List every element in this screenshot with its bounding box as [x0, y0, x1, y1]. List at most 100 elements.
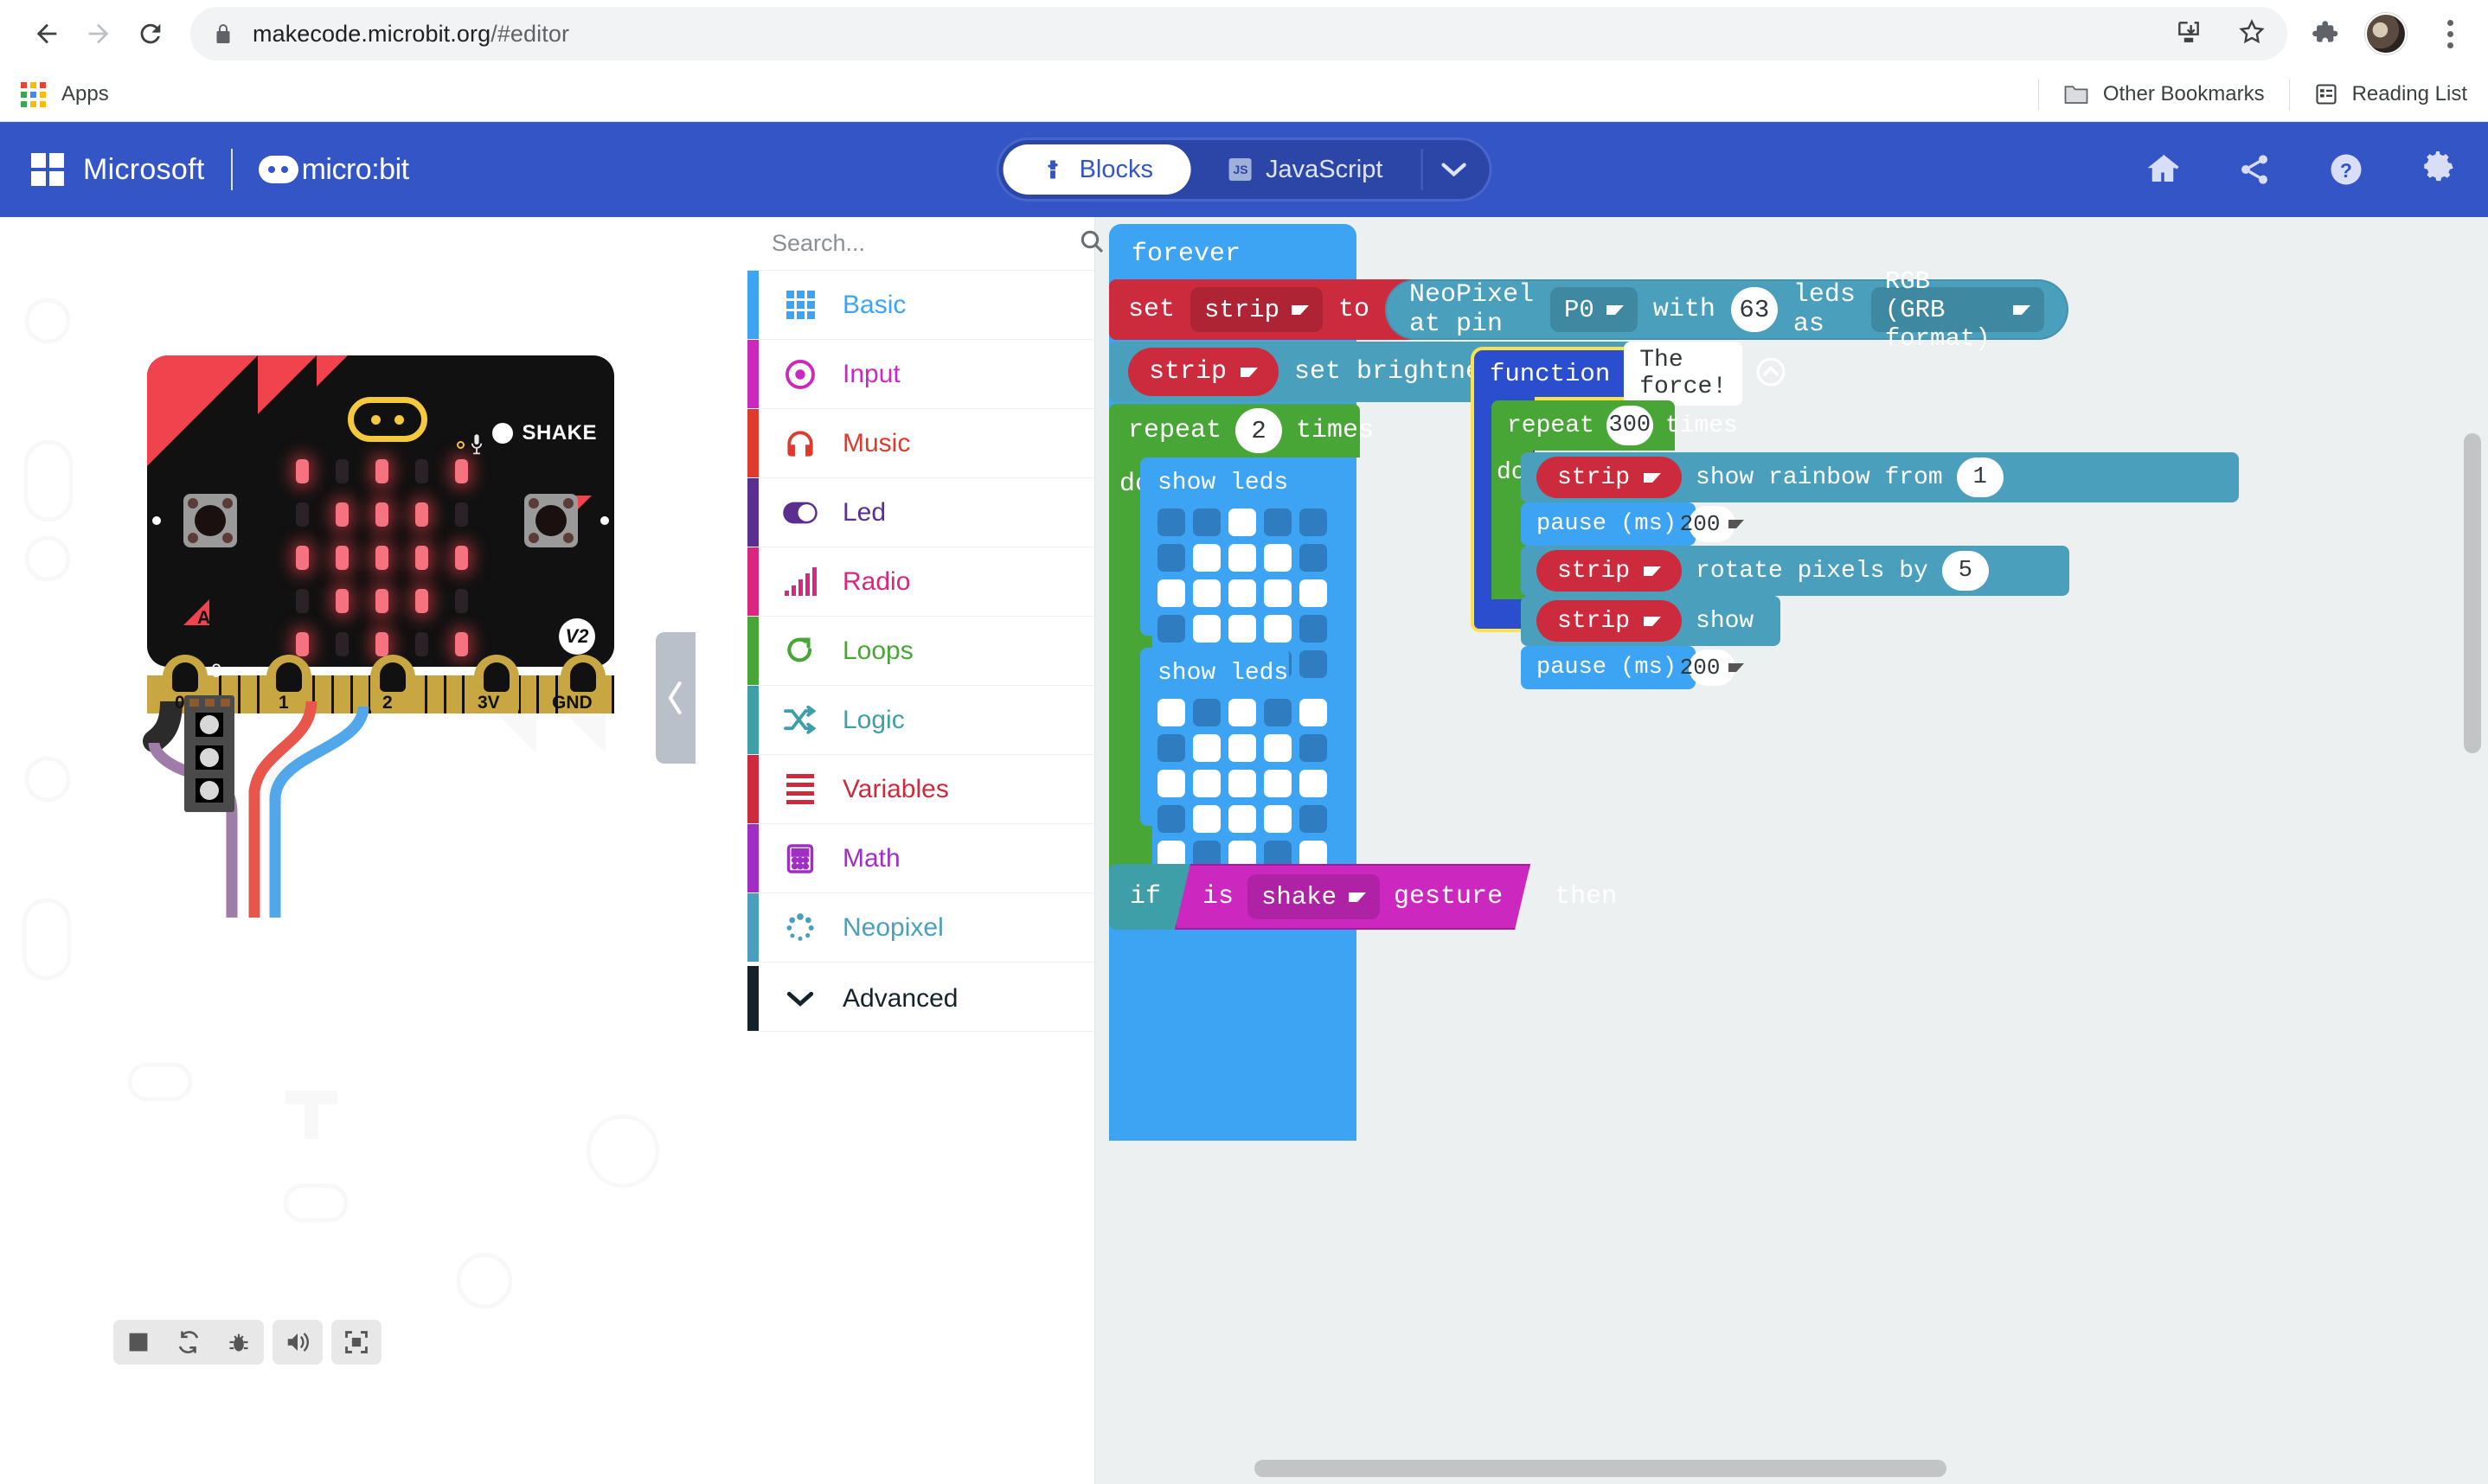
led-pattern-cell[interactable]: [1299, 650, 1327, 678]
stop-square-icon[interactable]: [113, 1320, 164, 1365]
block-strip-show[interactable]: strip show: [1521, 596, 1780, 646]
fullscreen-icon[interactable]: [331, 1320, 382, 1365]
format-dropdown[interactable]: RGB (GRB format): [1870, 267, 2044, 353]
function-name-field[interactable]: The force!: [1624, 342, 1743, 406]
block-pause-2[interactable]: pause (ms) 200: [1521, 646, 1745, 689]
reload-icon[interactable]: [125, 8, 176, 60]
microbit-simulator[interactable]: SHAKE B A V2 0: [147, 355, 614, 714]
led-pattern-cell[interactable]: [1228, 509, 1256, 536]
toolbox-category-led[interactable]: Led: [747, 478, 1094, 547]
block-function-header[interactable]: function The force!: [1471, 342, 1786, 406]
led-pattern-cell[interactable]: [1157, 699, 1185, 726]
search-input[interactable]: [772, 230, 1078, 257]
led-pattern-cell[interactable]: [1264, 615, 1292, 643]
led-pattern-cell[interactable]: [1264, 544, 1292, 572]
variable-dropdown[interactable]: strip: [1190, 287, 1324, 332]
home-icon[interactable]: [2144, 150, 2182, 189]
search-icon[interactable]: [1078, 227, 1106, 259]
led-pattern-cell[interactable]: [1157, 544, 1185, 572]
toolbox-search[interactable]: [747, 217, 1104, 271]
pause-dropdown[interactable]: 200: [1680, 506, 1745, 542]
toolbox-category-music[interactable]: Music: [747, 409, 1094, 478]
led-pattern-cell[interactable]: [1193, 509, 1221, 536]
block-show-leds-1[interactable]: show leds: [1140, 457, 1327, 678]
block-forever[interactable]: forever: [1109, 224, 1356, 278]
led-pattern-cell[interactable]: [1264, 734, 1292, 762]
variable-dropdown[interactable]: strip: [1536, 550, 1683, 592]
help-icon[interactable]: ?: [2327, 150, 2365, 189]
toolbox-advanced[interactable]: Advanced: [747, 963, 1094, 1032]
toolbox-collapse-handle[interactable]: [656, 632, 696, 764]
workspace-vertical-scrollbar[interactable]: [2464, 433, 2481, 753]
kebab-menu-icon[interactable]: [2433, 19, 2467, 48]
led-pattern-cell[interactable]: [1193, 544, 1221, 572]
led-pattern-cell[interactable]: [1299, 805, 1327, 833]
block-rotate-pixels[interactable]: strip rotate pixels by 5: [1521, 546, 2069, 596]
led-pattern-cell[interactable]: [1157, 734, 1185, 762]
microsoft-logo[interactable]: Microsoft: [31, 153, 205, 187]
variable-dropdown[interactable]: strip: [1536, 600, 1683, 642]
tab-javascript[interactable]: JS JavaScript: [1191, 144, 1420, 195]
toolbox-category-input[interactable]: Input: [747, 340, 1094, 409]
puzzle-piece-icon[interactable]: [2310, 17, 2339, 51]
block-pause-1[interactable]: pause (ms) 200: [1521, 502, 1745, 546]
gesture-dropdown[interactable]: shake: [1247, 874, 1380, 919]
rainbow-from-field[interactable]: 1: [1956, 457, 2004, 497]
led-pattern-cell[interactable]: [1264, 509, 1292, 536]
led-pattern-cell[interactable]: [1157, 509, 1185, 536]
blocks-workspace[interactable]: forever set strip to NeoPixel at pin P0 …: [1095, 217, 2488, 1484]
microbit-logo[interactable]: micro:bit: [258, 153, 409, 187]
led-pattern-cell[interactable]: [1299, 734, 1327, 762]
led-pattern-grid[interactable]: [1157, 699, 1327, 868]
forward-arrow-icon[interactable]: [73, 8, 125, 60]
block-set-variable[interactable]: set strip to NeoPixel at pin P0 with 63 …: [1109, 267, 2068, 353]
address-bar[interactable]: makecode.microbit.org/#editor: [190, 7, 2287, 61]
toolbox-category-math[interactable]: Math: [747, 824, 1094, 893]
led-pattern-cell[interactable]: [1193, 770, 1221, 797]
repeat-count-field[interactable]: 300: [1606, 406, 1653, 445]
led-pattern-cell[interactable]: [1193, 805, 1221, 833]
led-matrix[interactable]: [292, 459, 471, 660]
button-a[interactable]: [183, 494, 237, 547]
led-pattern-cell[interactable]: [1264, 699, 1292, 726]
led-pattern-cell[interactable]: [1228, 544, 1256, 572]
bug-icon[interactable]: [214, 1320, 264, 1365]
speaker-icon[interactable]: [273, 1320, 323, 1365]
toolbox-category-variables[interactable]: Variables: [747, 755, 1094, 824]
led-pattern-cell[interactable]: [1299, 770, 1327, 797]
toolbox-category-radio[interactable]: Radio: [747, 547, 1094, 617]
led-pattern-cell[interactable]: [1299, 544, 1327, 572]
led-pattern-cell[interactable]: [1157, 805, 1185, 833]
led-pattern-cell[interactable]: [1228, 579, 1256, 607]
led-pattern-cell[interactable]: [1299, 509, 1327, 536]
block-repeat[interactable]: repeat 2 times: [1109, 404, 1374, 457]
repeat-count-field[interactable]: 2: [1235, 408, 1283, 453]
block-show-leds-2[interactable]: show leds: [1140, 648, 1327, 868]
block-neopixel-create[interactable]: NeoPixel at pin P0 with 63 leds as RGB (…: [1385, 267, 2068, 353]
led-pattern-cell[interactable]: [1228, 770, 1256, 797]
toolbox-category-loops[interactable]: Loops: [747, 617, 1094, 686]
led-pattern-cell[interactable]: [1264, 579, 1292, 607]
block-repeat-inner[interactable]: repeat 300 times: [1491, 400, 1738, 451]
led-pattern-cell[interactable]: [1228, 734, 1256, 762]
pin-dropdown[interactable]: P0: [1550, 287, 1638, 332]
led-pattern-cell[interactable]: [1193, 699, 1221, 726]
led-pattern-cell[interactable]: [1157, 579, 1185, 607]
other-bookmarks-item[interactable]: Other Bookmarks: [2063, 82, 2265, 106]
avatar[interactable]: [2365, 13, 2407, 54]
back-arrow-icon[interactable]: [21, 8, 73, 60]
chevron-down-icon[interactable]: [1420, 149, 1484, 190]
workspace-horizontal-scrollbar[interactable]: [1254, 1460, 1946, 1477]
block-show-rainbow[interactable]: strip show rainbow from 1: [1521, 452, 2239, 502]
led-pattern-cell[interactable]: [1299, 615, 1327, 643]
apps-grid-icon[interactable]: [21, 81, 46, 107]
rotate-by-field[interactable]: 5: [1941, 551, 1989, 591]
restart-icon[interactable]: [164, 1320, 214, 1365]
led-pattern-cell[interactable]: [1228, 615, 1256, 643]
variable-dropdown[interactable]: strip: [1536, 457, 1683, 498]
led-pattern-cell[interactable]: [1193, 579, 1221, 607]
bookmark-apps-label[interactable]: Apps: [61, 82, 109, 106]
chevron-up-circle-icon[interactable]: [1756, 357, 1786, 391]
shake-button[interactable]: [492, 423, 514, 444]
share-icon[interactable]: [2235, 150, 2273, 189]
